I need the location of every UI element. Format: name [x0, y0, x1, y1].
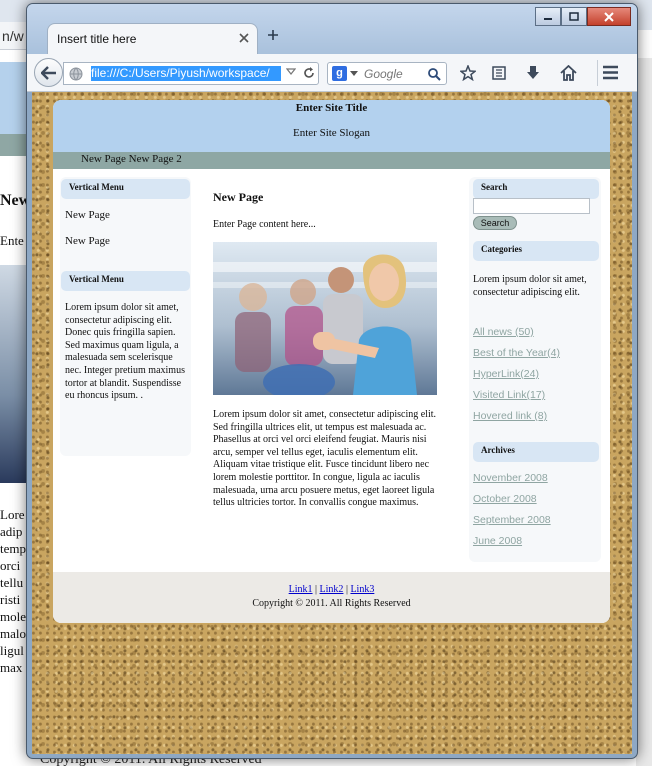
left-sidebar-text: Lorem ipsum dolor sit amet, consectetur … [65, 302, 185, 402]
category-link[interactable]: Hovered link (8) [473, 410, 547, 422]
background-page-content: Ente [0, 233, 24, 248]
vertical-menu-item[interactable]: New Page [65, 209, 110, 221]
vertical-menu-title-2: Vertical Menu [61, 271, 190, 291]
site-header: Enter Site Title Enter Site Slogan [53, 100, 610, 152]
footer-link-2[interactable]: Link2 [320, 584, 344, 595]
category-link[interactable]: Visited Link(17) [473, 389, 545, 401]
back-arrow-icon [40, 65, 56, 80]
download-icon[interactable] [525, 65, 541, 81]
minimize-icon [544, 17, 552, 20]
maximize-icon [569, 11, 579, 21]
tab-active[interactable]: Insert title here [47, 23, 258, 55]
url-text[interactable]: file:///C:/Users/Piyush/workspace/ [91, 66, 281, 81]
site-search-input[interactable] [473, 198, 590, 214]
search-bar[interactable]: g Google [327, 62, 447, 85]
footer-link-3[interactable]: Link3 [350, 584, 374, 595]
footer-separator: | [312, 584, 320, 595]
page-title: New Page [213, 190, 264, 204]
archive-link[interactable]: November 2008 [473, 472, 548, 484]
search-engine-dropdown-icon[interactable] [350, 71, 358, 76]
address-bar[interactable]: file:///C:/Users/Piyush/workspace/ [63, 62, 319, 85]
vertical-menu-title: Vertical Menu [61, 179, 190, 199]
reload-icon[interactable] [302, 66, 316, 80]
archive-link[interactable]: June 2008 [473, 535, 522, 547]
minimize-button[interactable] [535, 7, 561, 26]
site-title: Enter Site Title [295, 102, 368, 114]
site-slogan: Enter Site Slogan [293, 127, 370, 139]
search-placeholder: Google [364, 67, 403, 81]
background-scrollbar[interactable] [636, 58, 652, 766]
nav-link-new-page-2[interactable]: New Page 2 [129, 153, 182, 165]
dropdown-icon[interactable] [286, 68, 296, 76]
tab-title: Insert title here [57, 32, 137, 46]
categories-text: Lorem ipsum dolor sit amet, consectetur … [473, 274, 587, 298]
site-container: Enter Site Title Enter Site Slogan New P… [53, 100, 610, 623]
site-body: Vertical Menu New Page New Page Vertical… [53, 169, 610, 572]
maximize-button[interactable] [561, 7, 587, 26]
category-link[interactable]: Best of the Year(4) [473, 347, 560, 359]
google-icon[interactable]: g [332, 66, 347, 81]
back-button[interactable] [34, 58, 63, 87]
navigation-toolbar: file:///C:/Users/Piyush/workspace/ g Goo… [27, 54, 637, 92]
footer-links: Link1 | Link2 | Link3 [53, 584, 610, 595]
fitness-photo [213, 242, 437, 395]
vertical-menu-item[interactable]: New Page [65, 235, 110, 247]
right-sidebar: Search Search Categories Lorem ipsum dol… [469, 177, 601, 562]
archives-title: Archives [473, 442, 599, 462]
site-footer: Link1 | Link2 | Link3 Copyright © 2011. … [53, 572, 610, 623]
page-intro: Enter Page content here... [213, 219, 316, 230]
title-bar[interactable]: Insert title here [27, 4, 637, 55]
archive-link[interactable]: October 2008 [473, 493, 537, 505]
browser-window: Insert title here file:///C:/Users/Piyus… [26, 3, 638, 759]
home-icon[interactable] [560, 65, 577, 81]
page-viewport: Enter Site Title Enter Site Slogan New P… [32, 92, 632, 754]
site-search-button[interactable]: Search [473, 216, 517, 230]
copyright: Copyright © 2011. All Rights Reserved [252, 598, 411, 609]
globe-icon [69, 67, 83, 81]
window-controls [535, 7, 631, 26]
category-link[interactable]: All news (50) [473, 326, 534, 338]
page-body-text: Lorem ipsum dolor sit amet, consectetur … [213, 409, 437, 509]
nav-link-new-page[interactable]: New Page [81, 153, 126, 165]
new-tab-icon[interactable] [267, 29, 279, 41]
search-icon[interactable] [427, 67, 441, 81]
close-icon [604, 11, 614, 22]
tab-close-icon[interactable] [239, 33, 249, 43]
star-icon[interactable] [460, 65, 476, 81]
footer-link-1[interactable]: Link1 [289, 584, 313, 595]
site-nav: New Page New Page 2 [53, 152, 610, 169]
left-sidebar: Vertical Menu New Page New Page Vertical… [60, 177, 191, 456]
bookmarks-icon[interactable] [491, 65, 507, 81]
menu-icon[interactable] [602, 65, 619, 80]
close-button[interactable] [587, 7, 631, 26]
toolbar-separator [597, 60, 598, 86]
category-link[interactable]: HyperLink(24) [473, 368, 539, 380]
search-title: Search [473, 179, 599, 199]
categories-title: Categories [473, 241, 599, 261]
archive-link[interactable]: September 2008 [473, 514, 551, 526]
